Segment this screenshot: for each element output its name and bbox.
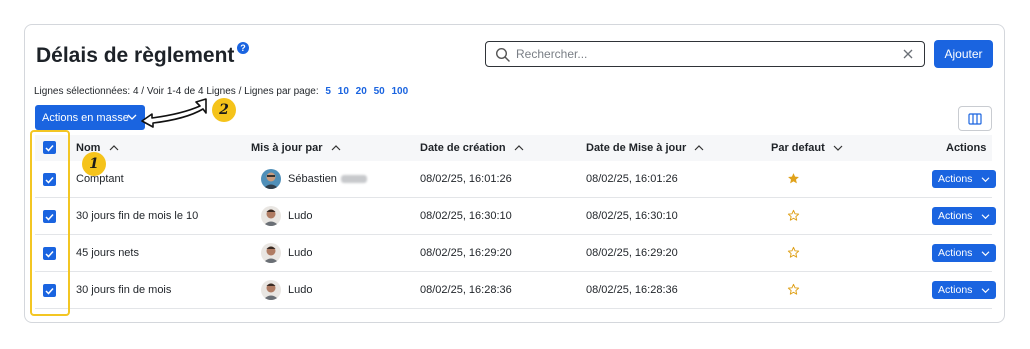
avatar: [261, 169, 281, 189]
cell-nom: 30 jours fin de mois: [76, 284, 172, 296]
search-input[interactable]: [516, 44, 896, 64]
table-row[interactable]: 30 jours fin de mois Ludo 08/02/25, 16:2…: [35, 272, 996, 309]
step-badge-2: 2: [212, 98, 236, 122]
column-updated-by[interactable]: Mis à jour par: [251, 142, 341, 154]
cell-updated: 08/02/25, 16:28:36: [586, 284, 678, 296]
blurred-lastname: [340, 175, 367, 184]
mass-actions-button[interactable]: Actions en masse: [35, 105, 145, 130]
help-icon[interactable]: ?: [237, 42, 249, 54]
per-page-100[interactable]: 100: [391, 86, 408, 97]
chevron-down-icon: [981, 214, 990, 220]
star-outline-icon[interactable]: [787, 283, 800, 296]
row-actions-button[interactable]: Actions: [932, 170, 996, 188]
cell-created: 08/02/25, 16:29:20: [420, 247, 512, 259]
column-updated-by-label: Mis à jour par: [251, 142, 323, 154]
cell-created: 08/02/25, 16:01:26: [420, 173, 512, 185]
sort-asc-icon: [694, 145, 704, 151]
sort-asc-icon: [109, 145, 118, 151]
avatar: [261, 280, 281, 300]
row-actions-label: Actions: [938, 210, 973, 222]
sort-asc-icon: [331, 145, 341, 151]
row-actions-label: Actions: [938, 247, 973, 259]
columns-icon: [968, 112, 982, 125]
column-default[interactable]: Par defaut: [771, 142, 843, 154]
sort-desc-icon: [833, 145, 843, 151]
chevron-down-icon: [981, 288, 990, 294]
card: Délais de règlement ? Ajouter Lignes sél…: [24, 24, 1005, 323]
cell-updated: 08/02/25, 16:30:10: [586, 210, 678, 222]
cell-created: 08/02/25, 16:28:36: [420, 284, 512, 296]
table-row[interactable]: 45 jours nets Ludo 08/02/25, 16:29:20 08…: [35, 235, 996, 272]
cell-user: Sébastien: [288, 173, 367, 185]
pagination-info: Lignes sélectionnées: 4 / Voir 1-4 de 4 …: [34, 86, 408, 97]
avatar: [261, 243, 281, 263]
column-actions: Actions: [946, 142, 987, 154]
star-outline-icon[interactable]: [787, 209, 800, 222]
cell-user: Ludo: [288, 284, 313, 296]
table-header: Nom Mis à jour par Date de création Date…: [35, 135, 992, 161]
star-filled-icon[interactable]: [787, 172, 800, 185]
column-updated[interactable]: Date de Mise à jour: [586, 142, 704, 154]
columns-button[interactable]: [958, 106, 992, 131]
help-glyph: ?: [240, 43, 246, 53]
row-actions-button[interactable]: Actions: [932, 207, 996, 225]
user-name: Sébastien: [288, 173, 337, 185]
chevron-down-icon: [127, 114, 137, 120]
column-default-label: Par defaut: [771, 142, 825, 154]
avatar: [261, 206, 281, 226]
cell-nom: 30 jours fin de mois le 10: [76, 210, 199, 222]
row-actions-button[interactable]: Actions: [932, 244, 996, 262]
arrow-annotation: [141, 98, 207, 128]
chevron-down-icon: [981, 177, 990, 183]
page-title: Délais de règlement: [36, 44, 235, 67]
add-button[interactable]: Ajouter: [934, 40, 993, 68]
step-badge-1: 1: [82, 152, 106, 176]
chevron-down-icon: [981, 251, 990, 257]
column-updated-label: Date de Mise à jour: [586, 142, 687, 154]
row-actions-label: Actions: [938, 173, 973, 185]
search-icon: [495, 47, 510, 62]
cell-user: Ludo: [288, 210, 313, 222]
cell-nom: Comptant: [76, 173, 124, 185]
row-actions-button[interactable]: Actions: [932, 281, 996, 299]
table-row[interactable]: 30 jours fin de mois le 10 Ludo 08/02/25…: [35, 198, 996, 235]
cell-updated: 08/02/25, 16:29:20: [586, 247, 678, 259]
sort-asc-icon: [514, 145, 524, 151]
column-created[interactable]: Date de création: [420, 142, 524, 154]
column-created-label: Date de création: [420, 142, 506, 154]
clear-icon[interactable]: [900, 46, 916, 62]
cell-created: 08/02/25, 16:30:10: [420, 210, 512, 222]
per-page-10[interactable]: 10: [338, 86, 349, 97]
per-page-20[interactable]: 20: [356, 86, 367, 97]
per-page-5[interactable]: 5: [325, 86, 331, 97]
cell-nom: 45 jours nets: [76, 247, 139, 259]
cell-user: Ludo: [288, 247, 313, 259]
star-outline-icon[interactable]: [787, 246, 800, 259]
row-actions-label: Actions: [938, 284, 973, 296]
search-box[interactable]: [485, 41, 925, 67]
checkbox-highlight: [30, 130, 70, 316]
cell-updated: 08/02/25, 16:01:26: [586, 173, 678, 185]
mass-actions-label: Actions en masse: [42, 111, 129, 124]
per-page-50[interactable]: 50: [374, 86, 385, 97]
table-row[interactable]: Comptant Sébastien 08/02/25, 16:01:26 08…: [35, 161, 996, 198]
